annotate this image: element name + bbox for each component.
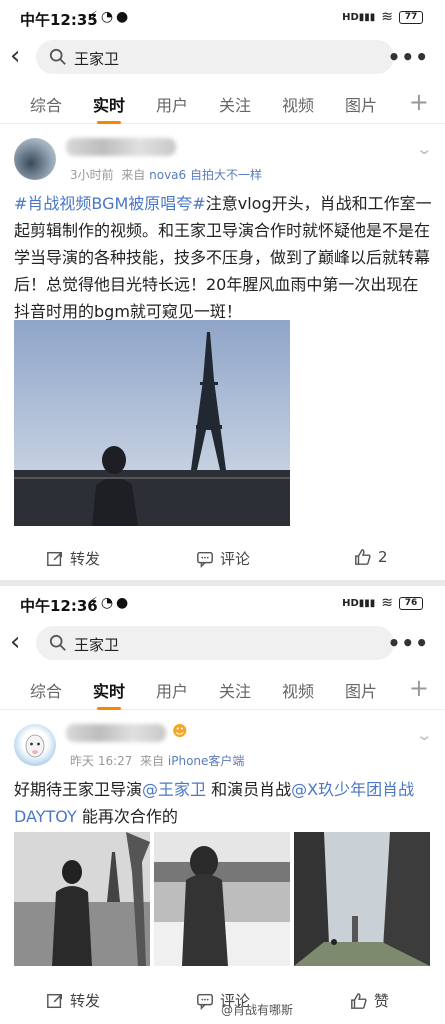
tab-comprehensive[interactable]: 综合 (30, 678, 62, 702)
comment-icon (197, 993, 213, 1010)
username-blurred[interactable] (66, 138, 176, 156)
back-icon[interactable]: ‹ (10, 628, 32, 658)
status-notification-icons: ⚡◔● (88, 9, 132, 25)
battery-indicator: 76 (399, 596, 423, 610)
weibo-watermark: @肖战有哪斯 (220, 1003, 293, 1017)
avatar[interactable] (14, 138, 56, 180)
hashtag-link[interactable]: #肖战视频BGM被原唱夸# (14, 194, 206, 213)
search-query: 王家卫 (74, 636, 120, 654)
thumbs-up-icon (351, 992, 367, 1009)
filter-tabs: 综合 实时 用户 关注 视频 图片 + (0, 668, 445, 710)
tab-video[interactable]: 视频 (282, 92, 314, 116)
repost-button[interactable]: 转发 (46, 548, 100, 569)
search-icon (49, 634, 66, 651)
search-input[interactable]: 王家卫 (36, 626, 394, 660)
screenshot-2: 中午12:36 ⚡◔● HD▮▮▮ ≋ 76 ‹ 王家卫 ••• 综合 实时 用… (0, 586, 445, 1024)
tab-realtime[interactable]: 实时 (93, 678, 125, 710)
repost-icon (47, 551, 63, 566)
tab-video[interactable]: 视频 (282, 678, 314, 702)
weibo-post: ☻ 昨天 16:27 来自 iPhone客户端 ⌄ 好期待王家卫导演@王家卫 和… (0, 714, 445, 1024)
status-time: 中午12:35 (20, 11, 98, 29)
username-blurred[interactable] (66, 724, 166, 742)
post-text: 好期待王家卫导演@王家卫 和演员肖战@X玖少年团肖战DAYTOY 能再次合作的 (14, 780, 415, 826)
tab-realtime[interactable]: 实时 (93, 92, 125, 124)
status-bar: 中午12:36 ⚡◔● HD▮▮▮ ≋ 76 (0, 586, 445, 622)
comment-button[interactable]: 评论 (196, 548, 250, 569)
post-image-river[interactable] (154, 832, 290, 966)
post-actions: 转发 评论 2 (0, 540, 445, 578)
comment-icon (197, 551, 213, 568)
wifi-icon: ≋ (381, 9, 393, 25)
tab-following[interactable]: 关注 (219, 92, 251, 116)
tab-users[interactable]: 用户 (156, 92, 188, 116)
signal-icon: HD▮▮▮ (342, 597, 376, 609)
post-text: #肖战视频BGM被原唱夸#注意vlog开头，肖战和工作室一起剪辑制作的视频。和王… (14, 190, 434, 325)
add-tab-icon[interactable]: + (409, 88, 429, 116)
post-source[interactable]: nova6 自拍大不一样 (149, 168, 262, 182)
like-button[interactable]: 赞 (350, 990, 389, 1011)
post-time: 3小时前 (70, 168, 114, 182)
post-meta: 昨天 16:27 来自 iPhone客户端 (70, 752, 244, 769)
filter-tabs: 综合 实时 用户 关注 视频 图片 + (0, 82, 445, 124)
post-source[interactable]: iPhone客户端 (168, 754, 245, 768)
post-image-park[interactable] (294, 832, 430, 966)
add-tab-icon[interactable]: + (409, 674, 429, 702)
vip-badge-icon: ☻ (172, 722, 188, 740)
battery-indicator: 77 (399, 10, 423, 24)
status-bar: 中午12:35 ⚡◔● HD▮▮▮ ≋ 77 (0, 0, 445, 36)
tab-users[interactable]: 用户 (156, 678, 188, 702)
search-icon (49, 48, 66, 65)
tab-images[interactable]: 图片 (345, 678, 377, 702)
post-image-eiffel[interactable] (14, 320, 290, 526)
like-button[interactable]: 2 (354, 548, 388, 566)
repost-icon (47, 993, 63, 1008)
post-meta: 3小时前 来自 nova6 自拍大不一样 (70, 166, 262, 183)
repost-button[interactable]: 转发 (46, 990, 100, 1011)
post-time: 昨天 16:27 (70, 754, 133, 768)
search-header: ‹ 王家卫 ••• (0, 36, 445, 80)
tab-comprehensive[interactable]: 综合 (30, 92, 62, 116)
status-time: 中午12:36 (20, 597, 98, 615)
back-icon[interactable]: ‹ (10, 42, 32, 72)
status-notification-icons: ⚡◔● (88, 595, 132, 611)
search-query: 王家卫 (74, 50, 120, 68)
goat-avatar-icon (25, 734, 45, 758)
tab-images[interactable]: 图片 (345, 92, 377, 116)
chevron-down-icon[interactable]: ⌄ (416, 726, 434, 744)
post-image-paris-bw[interactable] (14, 832, 150, 966)
more-icon[interactable]: ••• (388, 45, 429, 69)
post-from: 来自 (140, 754, 165, 768)
weibo-post: 3小时前 来自 nova6 自拍大不一样 ⌄ #肖战视频BGM被原唱夸#注意vl… (0, 128, 445, 580)
signal-icon: HD▮▮▮ (342, 11, 376, 23)
search-input[interactable]: 王家卫 (36, 40, 394, 74)
more-icon[interactable]: ••• (388, 631, 429, 655)
post-from: 来自 (121, 168, 146, 182)
avatar[interactable] (14, 724, 56, 766)
screenshot-1: 中午12:35 ⚡◔● HD▮▮▮ ≋ 77 ‹ 王家卫 ••• 综合 实时 用… (0, 0, 445, 580)
tab-following[interactable]: 关注 (219, 678, 251, 702)
wifi-icon: ≋ (381, 595, 393, 611)
mention-link[interactable]: @王家卫 (142, 780, 206, 799)
post-body: 注意vlog开头，肖战和工作室一起剪辑制作的视频。和王家卫导演合作时就怀疑他是不… (14, 194, 432, 321)
thumbs-up-icon (355, 549, 371, 565)
search-header: ‹ 王家卫 ••• (0, 622, 445, 666)
chevron-down-icon[interactable]: ⌄ (416, 140, 434, 158)
